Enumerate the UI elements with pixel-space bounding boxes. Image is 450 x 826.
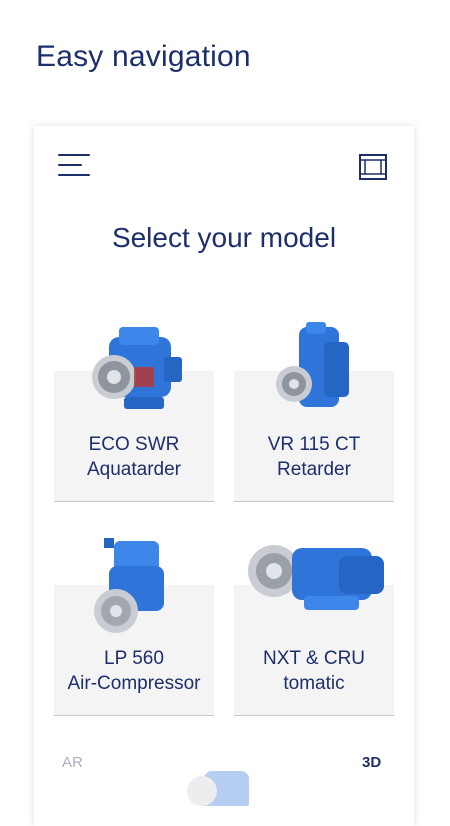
model-tile-eco-swr[interactable]: ECO SWR Aquatarder bbox=[54, 322, 214, 502]
page-headline: Easy navigation bbox=[36, 40, 251, 73]
model-name-line1: VR 115 CT bbox=[267, 434, 361, 455]
ar-frame-icon[interactable] bbox=[358, 152, 388, 182]
next-model-image-partial bbox=[187, 771, 249, 806]
model-type-line2: Aquatarder bbox=[86, 459, 181, 480]
aquatarder-product-image bbox=[92, 327, 182, 409]
transmission-product-image bbox=[248, 545, 384, 610]
model-tile-vr115ct[interactable]: VR 115 CT Retarder bbox=[234, 322, 394, 502]
model-name-line1: ECO SWR bbox=[88, 434, 180, 455]
model-type-line2: tomatic bbox=[283, 673, 345, 694]
model-tile-nxt-cru[interactable]: NXT & CRU tomatic bbox=[234, 536, 394, 716]
air-compressor-product-image bbox=[94, 538, 164, 633]
model-name-line1: NXT & CRU bbox=[262, 648, 366, 669]
model-name-line1: LP 560 bbox=[104, 648, 164, 669]
retarder-product-image bbox=[276, 322, 349, 407]
ar-mode-toggle[interactable]: AR bbox=[62, 754, 83, 771]
model-type-line2: Air-Compressor bbox=[67, 673, 201, 694]
model-tile-lp560[interactable]: LP 560 Air-Compressor bbox=[54, 536, 214, 716]
app-screen: Select your model ECO SWR Aquatarder VR … bbox=[34, 126, 414, 826]
select-model-title: Select your model bbox=[111, 222, 337, 253]
model-type-line2: Retarder bbox=[277, 459, 351, 480]
hamburger-menu-icon[interactable] bbox=[58, 152, 92, 182]
3d-mode-toggle[interactable]: 3D bbox=[362, 754, 381, 771]
